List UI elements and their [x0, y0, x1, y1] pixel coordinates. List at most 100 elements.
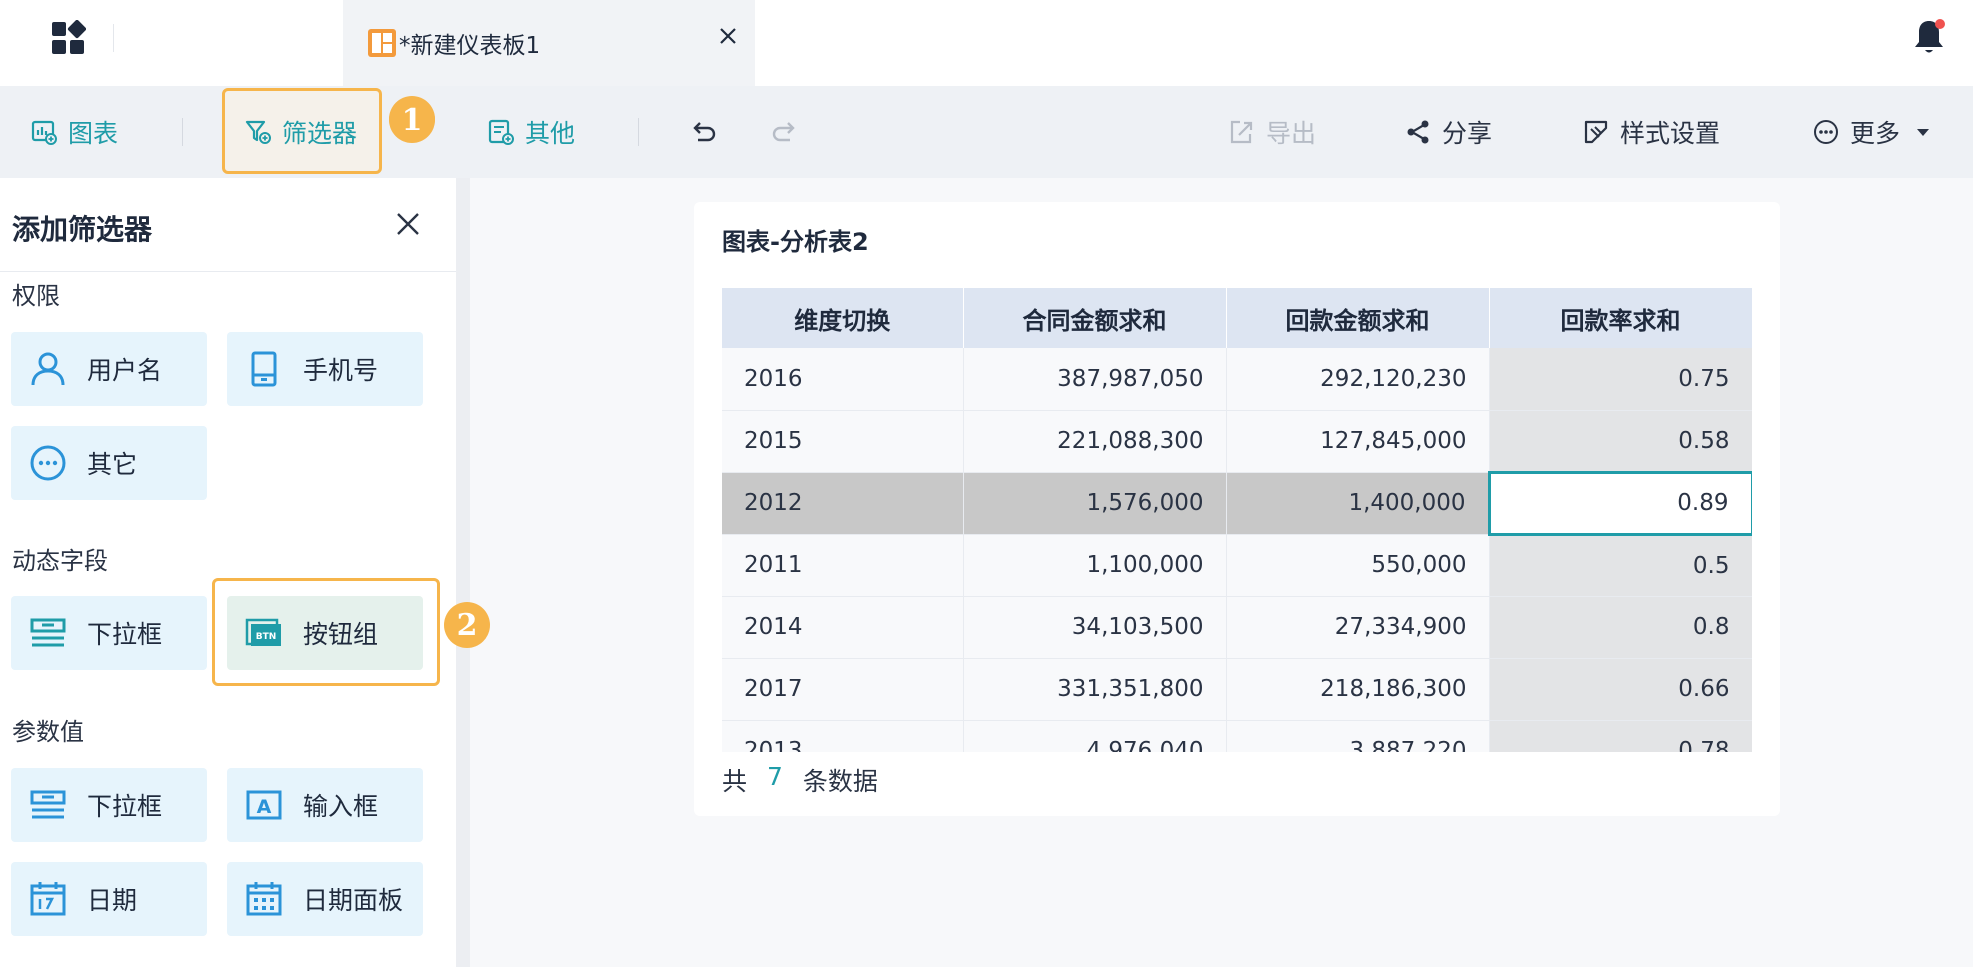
table-cell[interactable]: 3,887,220 — [1226, 720, 1490, 752]
chart-add-icon — [31, 120, 57, 145]
more-button[interactable]: 更多 — [1812, 86, 1934, 178]
table-row[interactable]: 2011 1,100,000 550,000 0.5 — [722, 534, 1752, 597]
table-cell[interactable]: 0.78 — [1489, 720, 1752, 752]
section-label-param: 参数值 — [12, 718, 84, 746]
filter-button-overlay[interactable]: 筛选器 — [244, 86, 357, 178]
table-cell[interactable]: 2013 — [722, 720, 964, 752]
chart-button[interactable]: 图表 — [30, 86, 118, 178]
redo-button[interactable] — [770, 86, 810, 178]
card-title: 图表-分析表2 — [722, 228, 869, 256]
footer-suffix: 条数据 — [802, 767, 878, 796]
table-row[interactable]: 2013 4,976,040 3,887,220 0.78 — [722, 720, 1752, 752]
more-icon — [1814, 120, 1838, 144]
table-row[interactable]: 2016 387,987,050 292,120,230 0.75 — [722, 348, 1752, 411]
filter-item-other[interactable]: 其它 — [11, 426, 207, 500]
table-cell[interactable]: 221,088,300 — [963, 410, 1227, 473]
undo-button[interactable] — [688, 86, 728, 178]
table-cell[interactable]: 2017 — [722, 658, 964, 721]
calendar-panel-icon — [246, 882, 282, 916]
table-cell[interactable]: 0.75 — [1489, 348, 1752, 411]
panel-scrollbar[interactable] — [456, 178, 470, 967]
other-button[interactable]: 其他 — [487, 86, 575, 178]
table-cell[interactable]: 0.58 — [1489, 410, 1752, 473]
table-cell[interactable]: 331,351,800 — [963, 658, 1227, 721]
more-button-label: 更多 — [1850, 119, 1901, 148]
column-header[interactable]: 回款金额求和 — [1226, 288, 1490, 348]
redo-icon — [772, 122, 795, 142]
table-cell[interactable]: 1,400,000 — [1226, 472, 1490, 535]
close-icon[interactable] — [392, 208, 424, 240]
step-badge-2: 2 — [444, 602, 490, 648]
table-cell[interactable]: 2015 — [722, 410, 964, 473]
top-bar: *新建仪表板1 — [0, 0, 1973, 86]
share-button-label: 分享 — [1442, 119, 1493, 148]
table-cell[interactable]: 2011 — [722, 534, 964, 597]
table-cell[interactable]: 2016 — [722, 348, 964, 411]
section-label-dynamic: 动态字段 — [12, 547, 108, 575]
tab-dashboard[interactable]: *新建仪表板1 — [343, 0, 755, 86]
tab-title: *新建仪表板1 — [399, 33, 541, 59]
button-group-highlight — [212, 578, 440, 686]
column-header[interactable]: 维度切换 — [722, 288, 964, 348]
apps-grid-icon[interactable] — [50, 20, 86, 56]
ellipsis-circle-icon — [30, 445, 66, 481]
close-icon[interactable] — [713, 21, 743, 51]
filter-item-input[interactable]: A 输入框 — [227, 768, 423, 842]
filter-item-label: 下拉框 — [87, 792, 163, 821]
filter-add-icon — [245, 120, 271, 144]
filter-item-username[interactable]: 用户名 — [11, 332, 207, 406]
filter-item-param-dropdown[interactable]: 下拉框 — [11, 768, 207, 842]
filter-button-label: 筛选器 — [282, 119, 358, 148]
table-cell[interactable]: 0.5 — [1489, 534, 1752, 597]
table-cell[interactable]: 27,334,900 — [1226, 596, 1490, 659]
table-cell[interactable]: 127,845,000 — [1226, 410, 1490, 473]
table-cell[interactable]: 2014 — [722, 596, 964, 659]
input-icon: A — [246, 790, 282, 820]
chart-card: 图表-分析表2 维度切换 合同金额求和 回款金额求和 回款率求和 2016 38… — [694, 202, 1780, 816]
filter-item-phone[interactable]: 手机号 — [227, 332, 423, 406]
style-settings-button[interactable]: 样式设置 — [1582, 86, 1720, 178]
style-settings-label: 样式设置 — [1620, 119, 1721, 148]
export-button[interactable]: 导出 — [1228, 86, 1316, 178]
table-cell[interactable]: 2012 — [722, 472, 964, 535]
table-row[interactable]: 2015 221,088,300 127,845,000 0.58 — [722, 410, 1752, 473]
column-header[interactable]: 回款率求和 — [1489, 288, 1752, 348]
chart-button-label: 图表 — [68, 119, 119, 148]
filter-item-label: 下拉框 — [87, 620, 163, 649]
table-row[interactable]: 2014 34,103,500 27,334,900 0.8 — [722, 596, 1752, 659]
table-row-selected[interactable]: 2012 1,576,000 1,400,000 0.89 — [722, 470, 1752, 536]
table-row[interactable]: 2017 331,351,800 218,186,300 0.66 — [722, 658, 1752, 721]
table-cell[interactable]: 1,100,000 — [963, 534, 1227, 597]
phone-icon — [251, 351, 277, 387]
user-icon — [31, 352, 65, 386]
table-cell[interactable]: 387,987,050 — [963, 348, 1227, 411]
table-cell[interactable]: 550,000 — [1226, 534, 1490, 597]
filter-item-label: 日期面板 — [303, 886, 404, 915]
table-cell[interactable]: 0.66 — [1489, 658, 1752, 721]
table-cell[interactable]: 218,186,300 — [1226, 658, 1490, 721]
table-cell[interactable]: 4,976,040 — [963, 720, 1227, 752]
table-cell[interactable]: 1,576,000 — [963, 472, 1227, 535]
table-cell[interactable]: 34,103,500 — [963, 596, 1227, 659]
divider — [113, 24, 114, 52]
table-header-row: 维度切换 合同金额求和 回款金额求和 回款率求和 — [722, 288, 1752, 348]
share-button[interactable]: 分享 — [1404, 86, 1492, 178]
filter-item-label: 日期 — [87, 886, 138, 915]
other-button-label: 其他 — [525, 119, 576, 148]
calendar-icon — [30, 882, 66, 916]
table-cell-selected[interactable]: 0.89 — [1487, 470, 1752, 536]
column-header[interactable]: 合同金额求和 — [963, 288, 1227, 348]
filter-item-label: 手机号 — [303, 356, 379, 385]
panel-title: 添加筛选器 — [12, 213, 153, 246]
table-cell[interactable]: 292,120,230 — [1226, 348, 1490, 411]
analysis-table: 维度切换 合同金额求和 回款金额求和 回款率求和 2016 387,987,05… — [722, 288, 1752, 752]
section-label-permission: 权限 — [12, 282, 60, 310]
filter-item-date-panel[interactable]: 日期面板 — [227, 862, 423, 936]
bell-icon[interactable] — [1912, 18, 1946, 56]
filter-item-date[interactable]: 日期 — [11, 862, 207, 936]
add-filter-panel: 添加筛选器 权限 用户名 手机号 其它 动态字段 下拉框 BTN 按钮组 参数值… — [0, 178, 470, 967]
filter-item-label: 其它 — [87, 450, 138, 479]
style-icon — [1584, 120, 1608, 144]
table-cell[interactable]: 0.8 — [1489, 596, 1752, 659]
filter-item-dynamic-dropdown[interactable]: 下拉框 — [11, 596, 207, 670]
